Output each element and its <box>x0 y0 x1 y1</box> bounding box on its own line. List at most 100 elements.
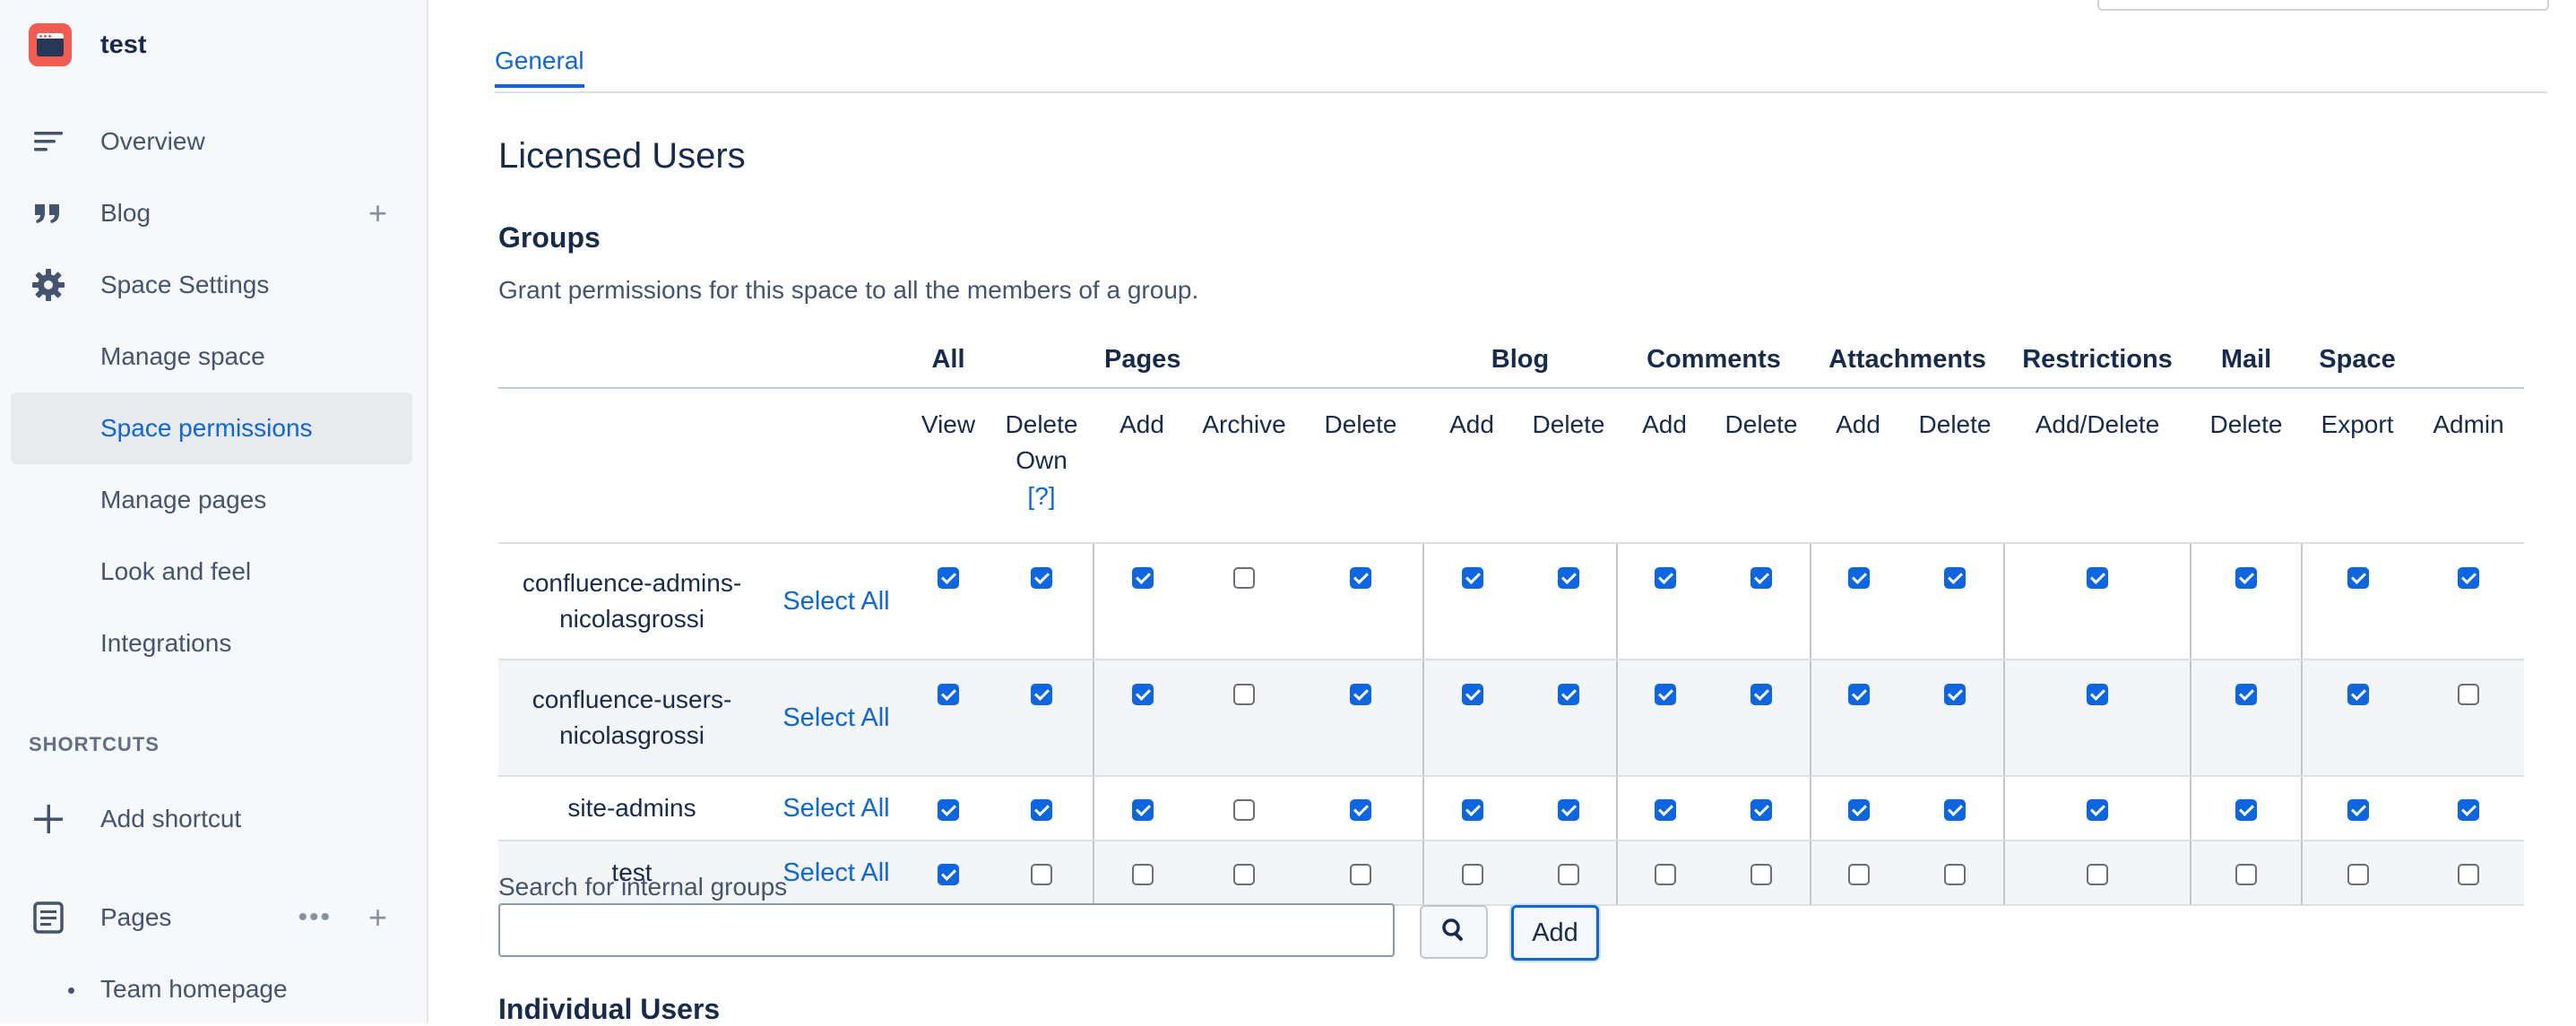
sidebar-item-manage-pages[interactable]: Manage pages <box>11 464 412 536</box>
add-page-icon[interactable]: + <box>368 901 387 934</box>
checkbox-restrictions[interactable] <box>2087 683 2109 705</box>
checkbox-comments-delete[interactable] <box>1750 566 1772 589</box>
checkbox-view[interactable] <box>938 863 959 885</box>
checkbox-comments-delete[interactable] <box>1750 683 1772 705</box>
checkbox-blog-delete[interactable] <box>1557 566 1579 589</box>
checkbox-pages-delete[interactable] <box>1349 863 1371 885</box>
checkbox-space-export[interactable] <box>2347 863 2369 885</box>
category-mail: Mail <box>2191 332 2303 389</box>
sidebar-item-blog[interactable]: Blog + <box>11 177 412 249</box>
checkbox-restrictions[interactable] <box>2087 798 2109 821</box>
gear-icon <box>30 267 66 303</box>
checkbox-pages-add[interactable] <box>1131 798 1154 821</box>
search-groups-label: Search for internal groups <box>498 873 788 901</box>
checkbox-space-export[interactable] <box>2347 798 2369 821</box>
perm-cell-mail-delete <box>2190 660 2303 777</box>
checkbox-view[interactable] <box>938 683 959 705</box>
checkbox-comments-delete[interactable] <box>1750 798 1772 821</box>
checkbox-blog-delete[interactable] <box>1557 863 1579 885</box>
checkbox-space-admin[interactable] <box>2458 683 2480 705</box>
col-mail-delete: Delete <box>2191 388 2303 544</box>
checkbox-blog-add[interactable] <box>1461 566 1483 589</box>
checkbox-blog-add[interactable] <box>1461 683 1483 705</box>
checkbox-comments-add[interactable] <box>1654 683 1676 705</box>
perm-cell-view <box>907 660 990 777</box>
groups-heading: Groups <box>498 221 601 254</box>
search-button[interactable] <box>1420 905 1488 959</box>
checkbox-mail-delete[interactable] <box>2235 683 2258 705</box>
checkbox-space-admin[interactable] <box>2458 566 2480 589</box>
checkbox-pages-archive[interactable] <box>1233 863 1255 885</box>
add-group-button[interactable]: Add <box>1511 905 1599 961</box>
checkbox-mail-delete[interactable] <box>2235 863 2258 885</box>
sidebar-item-space-permissions[interactable]: Space permissions <box>11 392 412 464</box>
checkbox-delete-own[interactable] <box>1030 798 1052 821</box>
perm-cell-pages-add <box>1093 543 1190 660</box>
checkbox-view[interactable] <box>938 798 959 821</box>
search-groups-input[interactable] <box>498 903 1395 957</box>
checkbox-restrictions[interactable] <box>2087 566 2109 589</box>
tab-bar: General <box>495 0 2547 93</box>
select-all-link[interactable]: Select All <box>765 776 907 841</box>
checkbox-attachments-add[interactable] <box>1847 566 1870 589</box>
checkbox-blog-add[interactable] <box>1461 798 1483 821</box>
checkbox-blog-add[interactable] <box>1461 863 1483 885</box>
checkbox-pages-add[interactable] <box>1131 683 1154 705</box>
checkbox-pages-add[interactable] <box>1131 566 1154 589</box>
checkbox-comments-add[interactable] <box>1654 566 1676 589</box>
groups-description: Grant permissions for this space to all … <box>498 276 1199 304</box>
sidebar-item-label: Blog <box>100 199 151 227</box>
add-blog-icon[interactable]: + <box>368 197 387 229</box>
col-pages-delete: Delete <box>1298 388 1423 544</box>
checkbox-attachments-add[interactable] <box>1847 863 1870 885</box>
checkbox-comments-add[interactable] <box>1654 863 1676 885</box>
sidebar-item-team-homepage[interactable]: Team homepage <box>11 953 412 1025</box>
checkbox-space-export[interactable] <box>2347 566 2369 589</box>
perm-cell-mail-delete <box>2190 841 2303 906</box>
checkbox-attachments-delete[interactable] <box>1943 863 1966 885</box>
checkbox-attachments-add[interactable] <box>1847 683 1870 705</box>
checkbox-pages-archive[interactable] <box>1233 683 1255 705</box>
sidebar-item-integrations[interactable]: Integrations <box>11 608 412 679</box>
checkbox-space-admin[interactable] <box>2458 798 2480 821</box>
tab-general[interactable]: General <box>495 47 584 88</box>
checkbox-pages-delete[interactable] <box>1349 798 1371 821</box>
checkbox-comments-delete[interactable] <box>1750 863 1772 885</box>
checkbox-comments-add[interactable] <box>1654 798 1676 821</box>
checkbox-delete-own[interactable] <box>1030 683 1052 705</box>
sidebar-item-space-settings[interactable]: Space Settings <box>11 249 412 321</box>
checkbox-attachments-add[interactable] <box>1847 798 1870 821</box>
sidebar-item-manage-space[interactable]: Manage space <box>11 321 412 392</box>
checkbox-attachments-delete[interactable] <box>1943 683 1966 705</box>
delete-own-help-link[interactable]: [?] <box>1027 482 1055 510</box>
checkbox-attachments-delete[interactable] <box>1943 798 1966 821</box>
checkbox-blog-delete[interactable] <box>1557 798 1579 821</box>
select-all-link[interactable]: Select All <box>765 660 907 777</box>
select-all-link[interactable]: Select All <box>765 543 907 660</box>
checkbox-delete-own[interactable] <box>1030 566 1052 589</box>
checkbox-pages-delete[interactable] <box>1349 683 1371 705</box>
sidebar-item-look-and-feel[interactable]: Look and feel <box>11 536 412 608</box>
checkbox-mail-delete[interactable] <box>2235 566 2258 589</box>
add-shortcut-button[interactable]: Add shortcut <box>11 783 412 855</box>
checkbox-restrictions[interactable] <box>2087 863 2109 885</box>
checkbox-blog-delete[interactable] <box>1557 683 1579 705</box>
perm-cell-pages-delete <box>1298 660 1423 777</box>
col-comments-add: Add <box>1617 388 1712 544</box>
sidebar-item-label: Add shortcut <box>100 805 242 832</box>
space-header[interactable]: test <box>29 23 147 66</box>
checkbox-pages-archive[interactable] <box>1233 566 1255 589</box>
checkbox-pages-add[interactable] <box>1131 863 1154 885</box>
checkbox-view[interactable] <box>938 566 959 589</box>
checkbox-space-export[interactable] <box>2347 683 2369 705</box>
sidebar-item-overview[interactable]: Overview <box>11 106 412 177</box>
checkbox-mail-delete[interactable] <box>2235 798 2258 821</box>
sidebar-item-pages[interactable]: Pages ••• + <box>11 882 412 953</box>
checkbox-pages-delete[interactable] <box>1349 566 1371 589</box>
checkbox-attachments-delete[interactable] <box>1943 566 1966 589</box>
checkbox-space-admin[interactable] <box>2458 863 2480 885</box>
checkbox-delete-own[interactable] <box>1030 863 1052 885</box>
checkbox-pages-archive[interactable] <box>1233 798 1255 821</box>
more-icon[interactable]: ••• <box>298 902 332 933</box>
perm-cell-blog-add <box>1422 660 1520 777</box>
